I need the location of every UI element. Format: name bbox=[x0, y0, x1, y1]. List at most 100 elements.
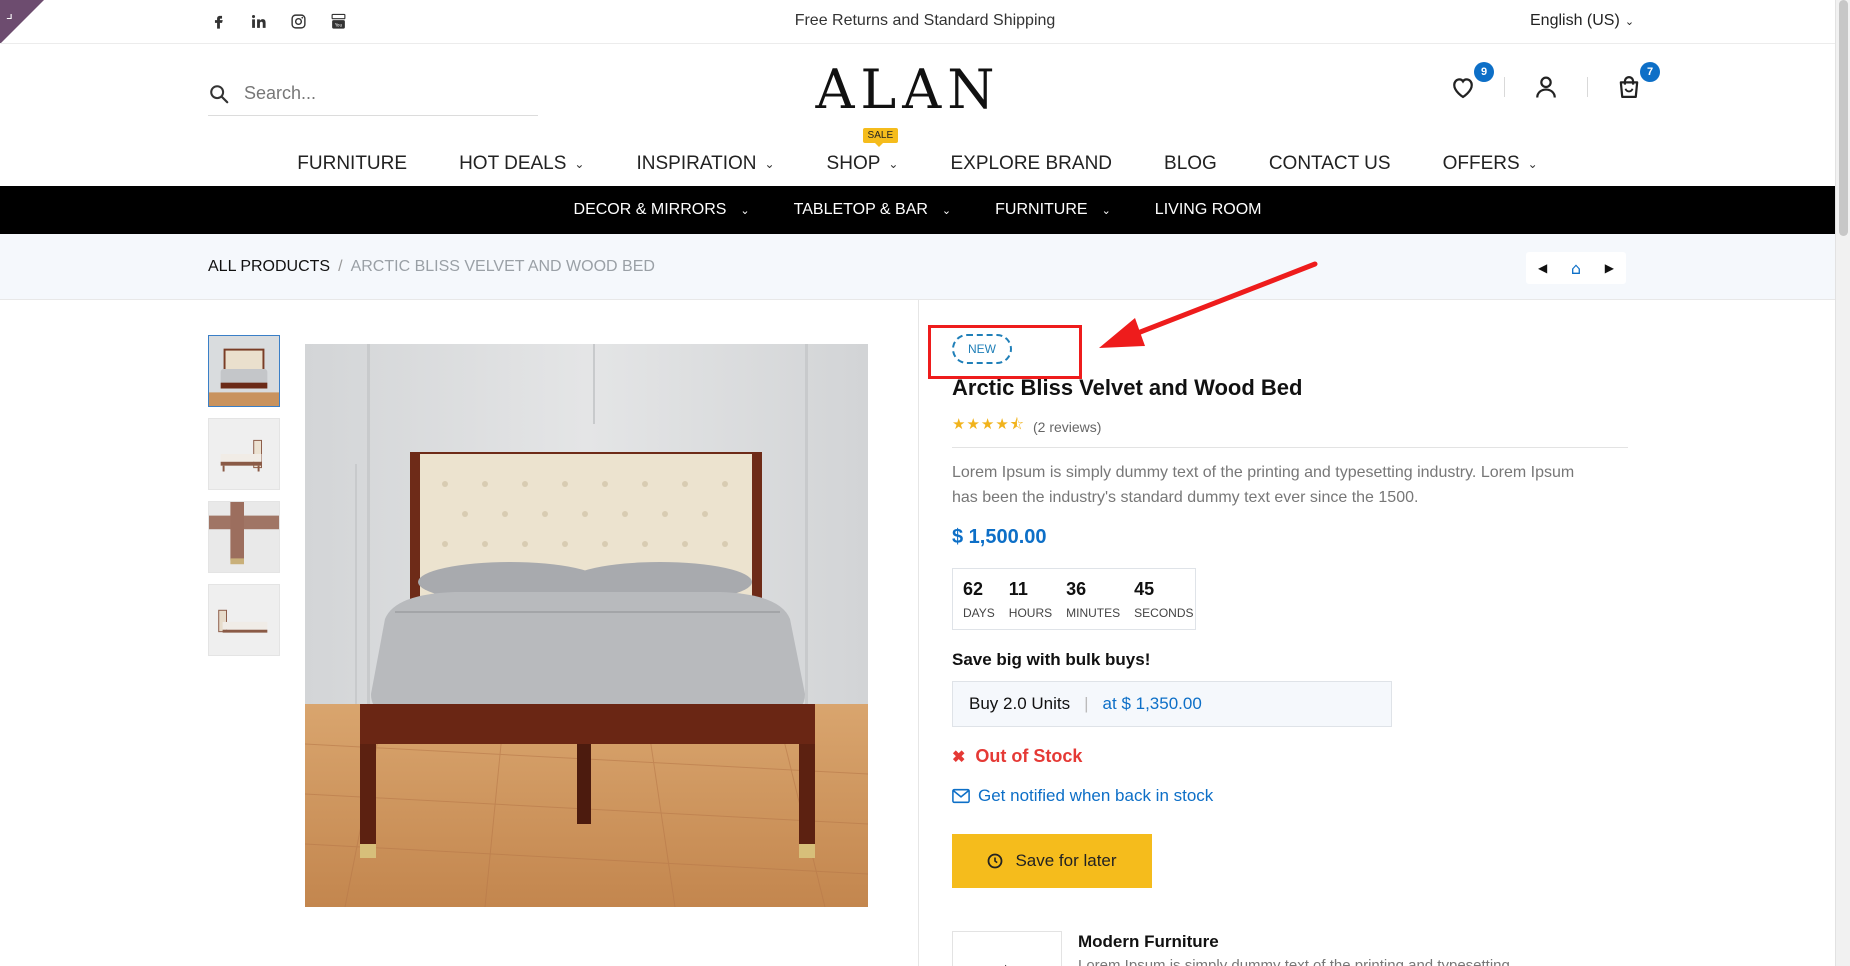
save-for-later-button[interactable]: Save for later bbox=[952, 834, 1152, 888]
nav-label: INSPIRATION bbox=[636, 153, 757, 174]
feature-description: Lorem Ipsum is simply dummy text of the … bbox=[1078, 957, 1510, 966]
chevron-down-icon: ⌄ bbox=[574, 157, 585, 171]
countdown-timer: 62 DAYS 11 HOURS 36 MINUTES 45 SECONDS bbox=[952, 568, 1196, 630]
star-rating-icon: ★★★★⯪ bbox=[952, 416, 1025, 433]
subnav-tabletop-bar[interactable]: TABLETOP & BAR ⌄ bbox=[772, 201, 974, 219]
nav-contact-us[interactable]: CONTACT US bbox=[1243, 142, 1417, 186]
next-product-icon[interactable]: ▶ bbox=[1593, 252, 1626, 284]
subnav-label: TABLETOP & BAR bbox=[793, 201, 928, 218]
divider bbox=[952, 447, 1628, 448]
heart-icon bbox=[1453, 78, 1473, 99]
nav-blog[interactable]: BLOG bbox=[1138, 142, 1243, 186]
sale-tag: SALE bbox=[862, 128, 899, 147]
chevron-down-icon: ⌄ bbox=[1527, 157, 1538, 171]
nav-furniture[interactable]: FURNITURE bbox=[271, 142, 433, 186]
subnav-living-room[interactable]: LIVING ROOM bbox=[1133, 201, 1284, 219]
stock-status-label: Out of Stock bbox=[975, 746, 1083, 766]
bed-leg-detail-thumbnail-image bbox=[209, 502, 279, 572]
countdown-value: 45 bbox=[1134, 578, 1155, 599]
countdown-value: 36 bbox=[1066, 578, 1087, 599]
product-price: $ 1,500.00 bbox=[952, 526, 1047, 548]
language-selector[interactable]: English (US) ⌄ bbox=[1530, 12, 1634, 30]
thumbnail-1[interactable] bbox=[208, 335, 280, 407]
product-rating[interactable]: ★★★★⯪ (2 reviews) bbox=[952, 414, 1101, 439]
feature-icon-box: › bbox=[952, 931, 1062, 966]
bed-side-thumbnail-image bbox=[209, 419, 279, 489]
divider: | bbox=[1084, 694, 1089, 713]
breadcrumb-all-products[interactable]: ALL PRODUCTS bbox=[208, 258, 330, 275]
wishlist-button[interactable]: 9 bbox=[1448, 62, 1494, 102]
velvet-bed-image bbox=[305, 344, 868, 907]
nav-label: SHOP bbox=[826, 153, 881, 174]
chevron-down-icon: ⌄ bbox=[888, 157, 899, 171]
nav-offers[interactable]: OFFERS ⌄ bbox=[1417, 142, 1564, 186]
nav-inspiration[interactable]: INSPIRATION ⌄ bbox=[610, 142, 800, 186]
thumbnail-2[interactable] bbox=[208, 418, 280, 490]
thumbnail-4[interactable] bbox=[208, 584, 280, 656]
breadcrumb-current: ARCTIC BLISS VELVET AND WOOD BED bbox=[350, 258, 655, 275]
notify-back-in-stock-link[interactable]: Get notified when back in stock bbox=[952, 786, 1213, 806]
language-label: English (US) bbox=[1530, 12, 1620, 29]
product-pager: ◀ ⌂ ▶ bbox=[1526, 252, 1626, 284]
breadcrumb-separator: / bbox=[338, 258, 343, 275]
page-scrollbar[interactable] bbox=[1835, 0, 1850, 966]
divider bbox=[1504, 77, 1505, 97]
shopping-bag-icon bbox=[1619, 75, 1639, 99]
search-bar bbox=[208, 72, 538, 116]
product-main-image[interactable] bbox=[305, 344, 868, 907]
subnav-label: LIVING ROOM bbox=[1154, 201, 1262, 218]
nav-label: FURNITURE bbox=[297, 153, 408, 174]
countdown-hours: 11 HOURS bbox=[1009, 569, 1052, 629]
countdown-seconds: 45 SECONDS bbox=[1134, 569, 1193, 629]
countdown-label: MINUTES bbox=[1066, 605, 1121, 620]
wishlist-count-badge: 9 bbox=[1474, 62, 1494, 82]
subnav-decor-mirrors[interactable]: DECOR & MIRRORS ⌄ bbox=[552, 201, 772, 219]
chevron-down-icon: ⌄ bbox=[1101, 204, 1111, 217]
cart-button[interactable]: 7 bbox=[1614, 62, 1660, 102]
review-count[interactable]: (2 reviews) bbox=[1033, 419, 1101, 435]
bed-angle-thumbnail-image bbox=[209, 585, 279, 655]
product-description: Lorem Ipsum is simply dummy text of the … bbox=[952, 464, 1575, 506]
chevron-down-icon: ⌄ bbox=[740, 204, 750, 217]
annotation-highlight-box bbox=[928, 325, 1082, 379]
brand-logo[interactable]: ALAN bbox=[800, 58, 1016, 121]
thumbnail-3[interactable] bbox=[208, 501, 280, 573]
countdown-label: HOURS bbox=[1008, 605, 1053, 620]
chevron-down-icon: ⌄ bbox=[764, 157, 775, 171]
countdown-value: 62 bbox=[963, 578, 984, 599]
clock-icon bbox=[988, 853, 1003, 869]
envelope-icon bbox=[952, 788, 970, 804]
nav-label: BLOG bbox=[1164, 153, 1217, 174]
notify-label: Get notified when back in stock bbox=[978, 786, 1214, 805]
cart-count-badge: 7 bbox=[1640, 62, 1660, 82]
countdown-minutes: 36 MINUTES bbox=[1066, 569, 1120, 629]
bulk-offer-title: Save big with bulk buys! bbox=[952, 650, 1151, 669]
countdown-value: 11 bbox=[1008, 578, 1028, 599]
nav-hot-deals[interactable]: HOT DEALS ⌄ bbox=[433, 142, 610, 186]
feature-title: Modern Furniture bbox=[1078, 932, 1219, 951]
subnav-furniture[interactable]: FURNITURE ⌄ bbox=[973, 201, 1133, 219]
subnav-label: DECOR & MIRRORS bbox=[573, 201, 727, 218]
category-navigation: DECOR & MIRRORS ⌄ TABLETOP & BAR ⌄ FURNITU… bbox=[0, 186, 1835, 234]
account-button[interactable] bbox=[1531, 72, 1561, 102]
nav-label: EXPLORE BRAND bbox=[950, 153, 1113, 174]
nav-explore-brand[interactable]: EXPLORE BRAND bbox=[924, 142, 1138, 186]
thumbnail-list bbox=[208, 335, 280, 656]
column-divider bbox=[918, 300, 919, 966]
bulk-units: Buy 2.0 Units bbox=[969, 694, 1071, 713]
search-input[interactable] bbox=[244, 83, 524, 104]
bulk-offer-option[interactable]: Buy 2.0 Units | at $ 1,350.00 bbox=[952, 681, 1392, 727]
bed-front-thumbnail-image bbox=[209, 336, 279, 406]
close-icon: ✖ bbox=[952, 748, 966, 766]
previous-product-icon[interactable]: ◀ bbox=[1526, 252, 1559, 284]
bulk-price: $ 1,350.00 bbox=[1121, 694, 1202, 713]
stock-status: ✖ Out of Stock bbox=[952, 746, 1082, 767]
scrollbar-thumb[interactable] bbox=[1839, 0, 1848, 236]
nav-shop[interactable]: SALE SHOP ⌄ bbox=[801, 128, 925, 186]
countdown-label: DAYS bbox=[963, 605, 995, 620]
home-icon[interactable]: ⌂ bbox=[1559, 252, 1592, 284]
nav-label: HOT DEALS bbox=[459, 153, 567, 174]
search-icon[interactable] bbox=[208, 83, 230, 105]
main-navigation: FURNITURE HOT DEALS ⌄ INSPIRATION ⌄ SALE SH… bbox=[0, 128, 1835, 186]
nav-label: OFFERS bbox=[1442, 153, 1520, 174]
